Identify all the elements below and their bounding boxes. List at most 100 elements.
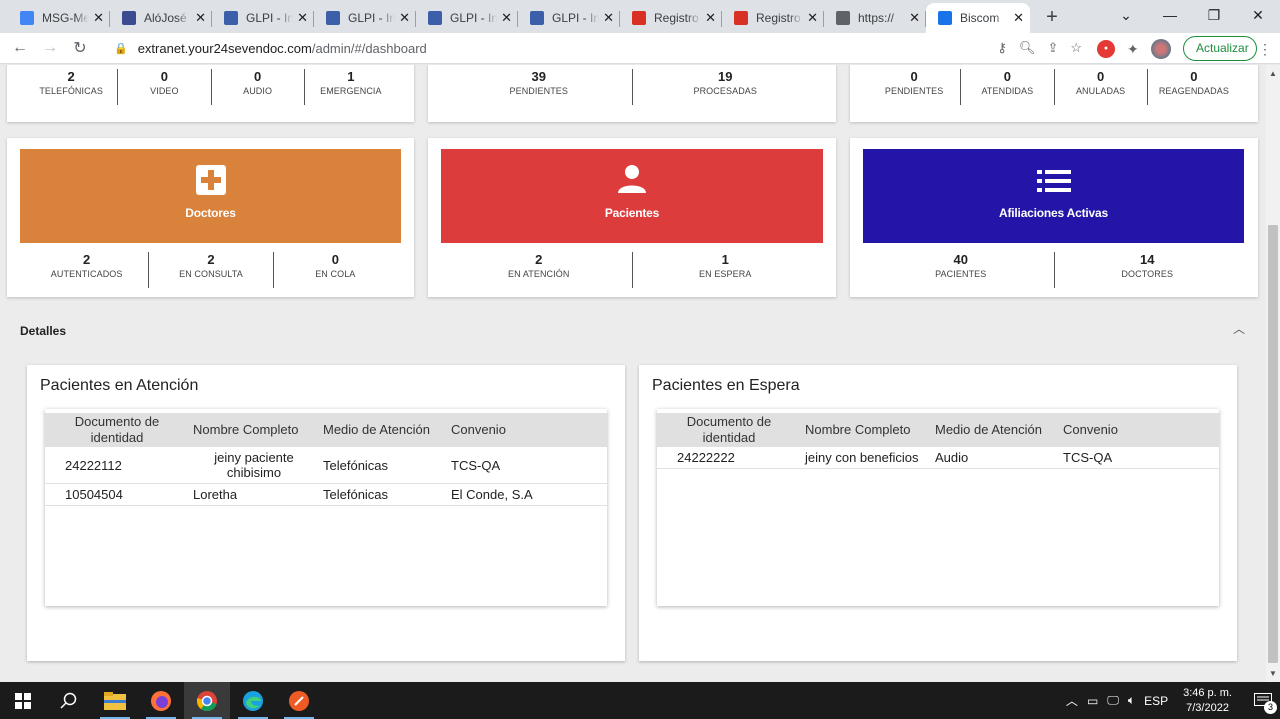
browser-tab[interactable]: MSG-Me ✕: [8, 3, 110, 33]
table-cell: Audio: [931, 447, 1059, 469]
search-button[interactable]: [46, 682, 92, 719]
browser-tab[interactable]: https:// ✕: [824, 3, 926, 33]
stat-label: PROCESADAS: [693, 86, 758, 96]
close-tab-icon[interactable]: ✕: [399, 10, 410, 26]
collapse-chevron-icon[interactable]: ︿: [1233, 320, 1245, 337]
page-scrollbar[interactable]: ▲ ▼: [1266, 65, 1280, 682]
citas-stats: 0 PENDIENTES 0 ATENDIDAS 0 ANULADAS 0 REAGENDAD…: [868, 69, 1240, 105]
edge-button[interactable]: [230, 682, 276, 719]
volume-icon[interactable]: 🔈︎: [1128, 693, 1135, 708]
column-header[interactable]: Medio de Atención: [931, 413, 1059, 447]
close-tab-icon[interactable]: ✕: [195, 10, 206, 26]
doc-icon: [122, 11, 136, 25]
stat-label: EN CONSULTA: [179, 269, 243, 279]
browser-tab[interactable]: GLPI - In ✕: [518, 3, 620, 33]
star-icon[interactable]: ☆: [1070, 40, 1082, 56]
chrome-button[interactable]: [184, 682, 230, 719]
scroll-down-icon[interactable]: ▼: [1269, 669, 1277, 678]
tab-strip: MSG-Me ✕ AlóJosé ✕ GLPI - In ✕ GLPI - In ✕ GLPI …: [0, 0, 1280, 33]
language-indicator[interactable]: ESP: [1144, 694, 1168, 708]
menu-icon[interactable]: ⋮: [1258, 41, 1272, 58]
pacientes-card[interactable]: Pacientes 2 EN ATENCIÓN 1 EN ESPERA: [428, 138, 836, 297]
pacientes-banner: Pacientes: [441, 149, 823, 243]
close-tab-icon[interactable]: ✕: [705, 10, 716, 26]
update-button[interactable]: Actualizar: [1183, 36, 1257, 61]
table-cell: El Conde, S.A: [447, 483, 607, 506]
browser-tab[interactable]: AlóJosé ✕: [110, 3, 212, 33]
column-header[interactable]: Convenio: [447, 413, 607, 447]
close-tab-icon[interactable]: ✕: [1013, 10, 1024, 26]
close-tab-icon[interactable]: ✕: [93, 10, 104, 26]
share-icon[interactable]: ⇪: [1047, 40, 1058, 56]
forward-icon[interactable]: →: [35, 39, 65, 57]
minimize-button[interactable]: —: [1148, 0, 1192, 30]
close-tab-icon[interactable]: ✕: [909, 10, 920, 26]
stat-item: 2 TELEFÓNICAS: [25, 69, 119, 105]
column-header[interactable]: Nombre Completo: [801, 413, 931, 447]
lock-icon[interactable]: 🔒: [114, 42, 128, 55]
battery-icon[interactable]: ▭: [1087, 694, 1098, 708]
clock[interactable]: 3:46 p. m. 7/3/2022: [1183, 686, 1232, 716]
table-row[interactable]: 24222222 jeiny con beneficios Audio TCS-QA: [657, 447, 1219, 469]
key-icon[interactable]: ⚷: [997, 40, 1007, 56]
close-tab-icon[interactable]: ✕: [297, 10, 308, 26]
browser-tab[interactable]: Biscom ✕: [926, 3, 1030, 33]
new-tab-button[interactable]: +: [1036, 3, 1068, 33]
extension-icon[interactable]: ●: [1097, 40, 1115, 58]
stat-value: 2: [83, 252, 91, 267]
stat-item: 1 EMERGENCIA: [305, 69, 397, 105]
reload-icon[interactable]: ↻: [65, 38, 95, 58]
column-header[interactable]: Medio de Atención: [319, 413, 447, 447]
browser-tab[interactable]: Registro ✕: [620, 3, 722, 33]
doctores-banner: Doctores: [20, 149, 401, 243]
back-icon[interactable]: ←: [5, 39, 35, 57]
close-tab-icon[interactable]: ✕: [501, 10, 512, 26]
search-icon: [60, 692, 77, 709]
glpi-icon: [428, 11, 442, 25]
table-row[interactable]: 24222112 jeiny paciente chibisimo Telefóni…: [45, 447, 607, 484]
doctores-title: Doctores: [185, 206, 236, 220]
stat-item: 0 ANULADAS: [1055, 69, 1148, 105]
tab-search-icon[interactable]: ⌄: [1104, 0, 1148, 30]
postman-button[interactable]: [276, 682, 322, 719]
zoom-icon[interactable]: 🔍︎: [1019, 40, 1036, 56]
column-header[interactable]: Documento de identidad: [45, 413, 189, 447]
avatar[interactable]: [1150, 39, 1171, 59]
afiliaciones-card[interactable]: Afiliaciones Activas 40 PACIENTES 14 DOCTOR…: [850, 138, 1258, 297]
puzzle-icon[interactable]: ✦: [1127, 41, 1139, 58]
column-header[interactable]: Nombre Completo: [189, 413, 319, 447]
stat-value: 1: [347, 69, 355, 84]
stat-label: ATENDIDAS: [981, 86, 1034, 96]
stat-value: 0: [254, 69, 262, 84]
panel-title: Pacientes en Espera: [652, 377, 800, 394]
browser-tab[interactable]: GLPI - In ✕: [416, 3, 518, 33]
maximize-button[interactable]: ❐: [1192, 0, 1236, 30]
scroll-up-icon[interactable]: ▲: [1269, 69, 1277, 78]
firefox-button[interactable]: [138, 682, 184, 719]
tab-title: AlóJosé: [144, 11, 187, 25]
browser-tab[interactable]: Registro ✕: [722, 3, 824, 33]
globe-icon: [836, 11, 850, 25]
glpi-icon: [530, 11, 544, 25]
doctores-card[interactable]: Doctores 2 AUTENTICADOS 2 EN CONSULTA 0 EN CO…: [7, 138, 414, 297]
network-icon[interactable]: 🖵︎: [1107, 693, 1119, 708]
browser-tab[interactable]: GLPI - In ✕: [314, 3, 416, 33]
start-button[interactable]: [0, 682, 46, 719]
browser-tab[interactable]: GLPI - In ✕: [212, 3, 314, 33]
close-tab-icon[interactable]: ✕: [807, 10, 818, 26]
column-header[interactable]: Convenio: [1059, 413, 1219, 447]
chevron-up-icon[interactable]: ︿: [1066, 692, 1078, 709]
notifications-button[interactable]: 3: [1250, 682, 1280, 719]
recetas-stats: 39 PENDIENTES 19 PROCESADAS: [446, 69, 818, 105]
tab-title: Registro: [654, 11, 699, 25]
afiliaciones-banner: Afiliaciones Activas: [863, 149, 1244, 243]
address-bar[interactable]: 🔒 extranet.your24sevendoc.com/admin/#/da…: [102, 36, 1092, 61]
file-explorer-button[interactable]: [92, 682, 138, 719]
column-header[interactable]: Documento de identidad: [657, 413, 801, 447]
close-window-button[interactable]: ✕: [1236, 0, 1280, 30]
espera-table: Documento de identidad Nombre Completo Med…: [657, 413, 1219, 469]
table-cell: TCS-QA: [1059, 447, 1219, 469]
table-row[interactable]: 10504504 Loretha Telefónicas El Conde, S.A: [45, 483, 607, 506]
scroll-thumb[interactable]: [1268, 225, 1278, 663]
close-tab-icon[interactable]: ✕: [603, 10, 614, 26]
